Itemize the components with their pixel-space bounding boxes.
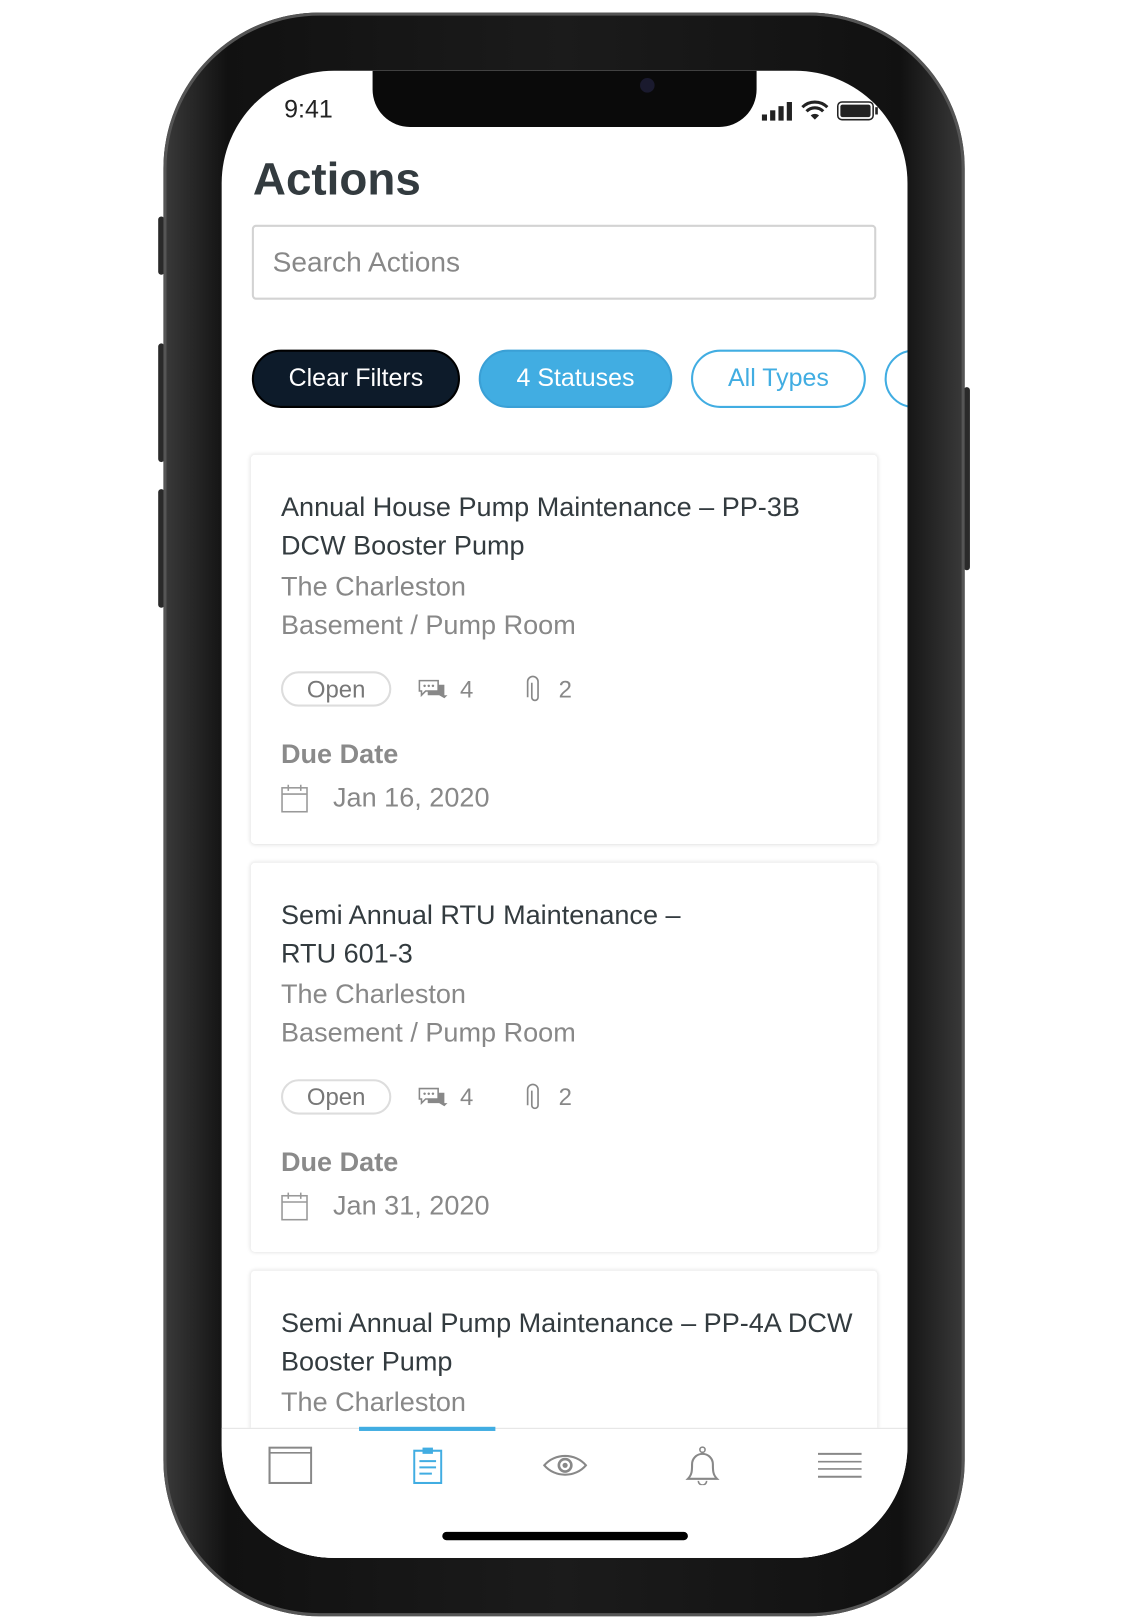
tab-menu[interactable]	[771, 1429, 907, 1502]
calendar-icon	[281, 1192, 308, 1220]
camera	[640, 78, 655, 93]
action-card[interactable]: Semi Annual RTU Maintenance – RTU 601-3 …	[250, 862, 878, 1252]
paperclip-icon	[526, 1083, 539, 1110]
action-building: The Charleston	[280, 1386, 466, 1418]
status-filter-chip[interactable]: 4 Statuses	[478, 349, 673, 408]
attachment-count: 2	[558, 674, 572, 702]
action-title: Semi Annual RTU Maintenance – RTU 601-3	[280, 899, 681, 969]
comment-count: 4	[459, 1082, 474, 1110]
action-building: The Charleston	[280, 978, 466, 1010]
tab-dashboard[interactable]	[222, 1429, 358, 1502]
bell-icon	[684, 1446, 720, 1486]
tab-watch[interactable]	[496, 1429, 632, 1502]
wifi-icon	[801, 100, 829, 120]
menu-icon	[817, 1452, 862, 1478]
tab-actions[interactable]	[359, 1426, 496, 1502]
action-card[interactable]: Annual House Pump Maintenance – PP-3B DC…	[250, 454, 878, 845]
due-date-label: Due Date	[280, 1145, 399, 1178]
home-indicator[interactable]	[442, 1531, 688, 1541]
tab-notifications[interactable]	[634, 1429, 770, 1502]
notch	[372, 70, 757, 127]
attachment-count: 2	[558, 1082, 572, 1110]
status-badge: Open	[280, 671, 392, 707]
paperclip-icon	[526, 675, 539, 702]
clear-filters-button[interactable]: Clear Filters	[251, 349, 460, 408]
action-title: Annual House Pump Maintenance – PP-3B DC…	[280, 491, 800, 561]
status-time: 9:41	[284, 95, 333, 124]
search-input[interactable]	[251, 224, 877, 300]
dashboard-icon	[267, 1446, 312, 1485]
comments-icon	[418, 1087, 448, 1107]
eye-icon	[542, 1454, 587, 1476]
screen: 9:41 Actions Clear Filters 4 Statuses Al…	[221, 70, 908, 1558]
due-date: Jan 16, 2020	[333, 781, 490, 813]
type-filter-chip[interactable]: All Types	[691, 349, 866, 408]
calendar-icon	[281, 784, 308, 813]
comments-icon	[418, 679, 448, 699]
signal-icon	[761, 101, 792, 121]
battery-icon	[836, 101, 878, 121]
status-badge: Open	[280, 1079, 392, 1115]
due-date: Jan 31, 2020	[333, 1189, 490, 1221]
clipboard-icon	[412, 1447, 442, 1485]
more-filter-chip[interactable]	[884, 349, 908, 408]
action-location: Basement / Pump Room	[280, 1016, 576, 1048]
page-title: Actions	[252, 154, 421, 206]
comment-count: 4	[459, 674, 474, 702]
action-building: The Charleston	[280, 570, 466, 602]
action-location: Basement / Pump Room	[280, 608, 576, 641]
action-title: Semi Annual Pump Maintenance – PP-4A DCW…	[280, 1307, 853, 1377]
due-date-label: Due Date	[280, 737, 399, 770]
